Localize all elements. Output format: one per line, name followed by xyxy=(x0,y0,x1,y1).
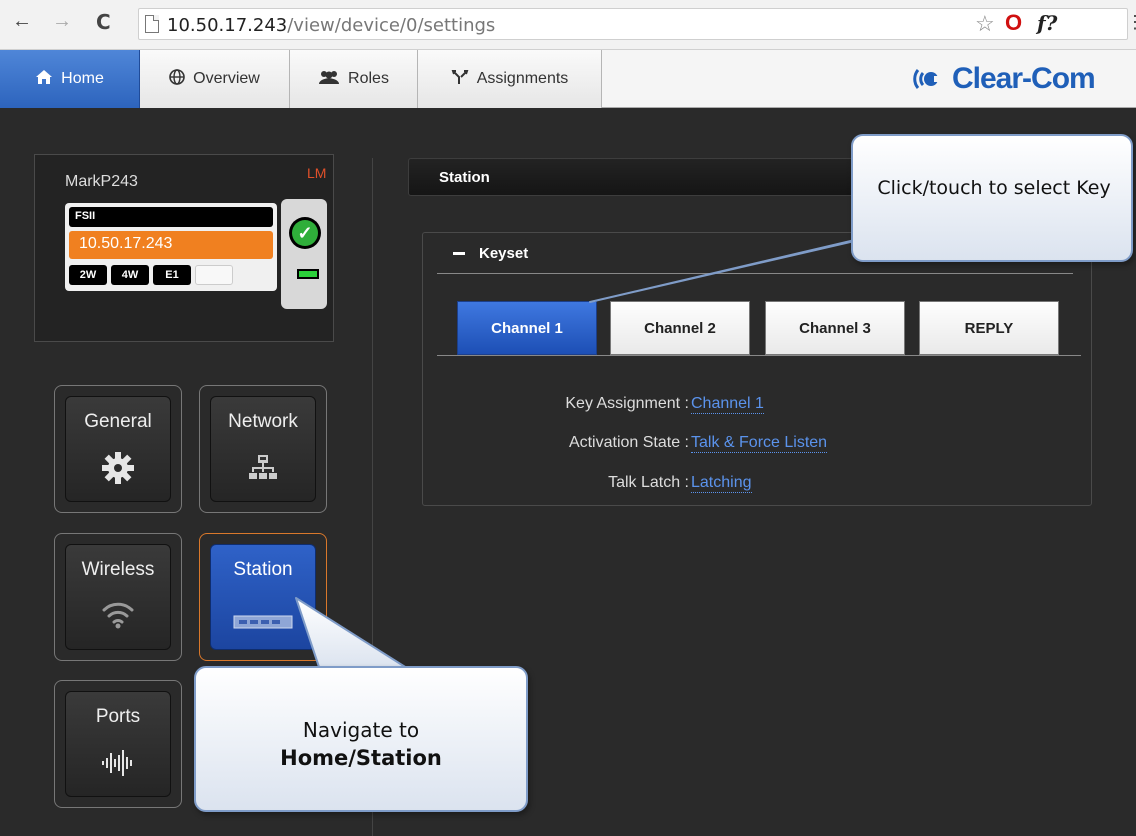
station-icon xyxy=(211,599,315,638)
tile-network[interactable]: Network xyxy=(199,385,327,513)
device-name: MarkP243 xyxy=(65,173,138,190)
keyset-toggle[interactable]: Keyset xyxy=(453,245,528,262)
back-button[interactable]: ← xyxy=(12,10,32,33)
home-icon xyxy=(35,69,53,90)
key-channel-3[interactable]: Channel 3 xyxy=(765,301,905,355)
tab-home[interactable]: Home xyxy=(0,50,140,108)
device-status-panel: ✓ xyxy=(281,199,327,309)
key-channel-1[interactable]: Channel 1 xyxy=(457,301,597,355)
browser-toolbar: ← → C 10.50.17.243/view/device/0/setting… xyxy=(0,0,1136,50)
port-2w: 2W xyxy=(69,265,107,285)
tab-overview[interactable]: Overview xyxy=(140,50,290,108)
collapse-icon xyxy=(453,252,465,255)
tab-roles[interactable]: Roles xyxy=(290,50,418,108)
users-icon xyxy=(318,69,340,90)
callout-select-key: Click/touch to select Key xyxy=(851,134,1133,262)
activation-state-link[interactable]: Talk & Force Listen xyxy=(691,434,828,453)
tab-assignments[interactable]: Assignments xyxy=(418,50,602,108)
address-bar[interactable]: 10.50.17.243/view/device/0/settings ☆ O … xyxy=(138,8,1128,40)
talk-latch-link[interactable]: Latching xyxy=(691,474,752,493)
keyset-panel: Keyset Channel 1 Channel 2 Channel 3 REP… xyxy=(422,232,1092,506)
network-icon xyxy=(211,451,315,490)
key-channel-2[interactable]: Channel 2 xyxy=(610,301,750,355)
device-card[interactable]: MarkP243 LM FSII 10.50.17.243 2W 4W E1 ✓ xyxy=(34,154,334,342)
station-header-title: Station xyxy=(439,169,490,186)
keyset-divider xyxy=(437,273,1073,274)
clear-com-logo: Clear-Com xyxy=(912,62,1096,96)
forward-button[interactable]: → xyxy=(52,10,72,33)
globe-icon xyxy=(169,68,185,90)
device-ip: 10.50.17.243 xyxy=(69,231,273,259)
callout-navigate: Navigate to Home/Station xyxy=(194,666,528,812)
tile-general[interactable]: General xyxy=(54,385,182,513)
keys-divider xyxy=(437,355,1081,356)
port-e1: E1 xyxy=(153,265,191,285)
port-4w: 4W xyxy=(111,265,149,285)
tile-station[interactable]: Station xyxy=(199,533,327,661)
app-nav-bar: Home Overview Roles Assignments Clear-Co… xyxy=(0,50,1136,108)
assignments-icon xyxy=(451,69,469,90)
device-badge: LM xyxy=(307,165,327,181)
clear-com-logo-icon xyxy=(912,62,946,96)
port-empty xyxy=(195,265,233,285)
device-panel: FSII 10.50.17.243 2W 4W E1 xyxy=(65,203,277,291)
ports-icon xyxy=(66,746,170,785)
device-model: FSII xyxy=(69,207,273,227)
page-icon xyxy=(145,15,159,33)
status-check-icon: ✓ xyxy=(289,217,321,249)
key-reply[interactable]: REPLY xyxy=(919,301,1059,355)
tile-wireless[interactable]: Wireless xyxy=(54,533,182,661)
device-graphic: FSII 10.50.17.243 2W 4W E1 ✓ xyxy=(65,199,327,309)
power-plug-icon xyxy=(297,269,319,279)
bookmark-star-icon[interactable]: ☆ xyxy=(975,11,995,37)
key-assignment-link[interactable]: Channel 1 xyxy=(691,395,764,414)
wifi-icon xyxy=(66,599,170,638)
reload-button[interactable]: C xyxy=(96,10,111,34)
formula-extension-icon[interactable]: f? xyxy=(1037,11,1057,35)
tile-ports[interactable]: Ports xyxy=(54,680,182,808)
browser-menu-icon[interactable]: ⋮ xyxy=(1126,12,1136,33)
gear-icon xyxy=(66,451,170,494)
url-text[interactable]: 10.50.17.243/view/device/0/settings xyxy=(167,15,495,36)
opera-extension-icon[interactable]: O xyxy=(1005,10,1022,36)
